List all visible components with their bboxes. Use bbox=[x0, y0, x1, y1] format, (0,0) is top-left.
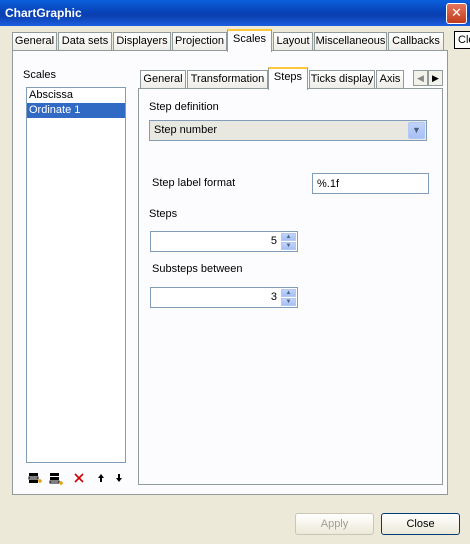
close-button[interactable]: Close bbox=[381, 513, 460, 535]
step-definition-select[interactable]: Step number ▼ bbox=[149, 120, 427, 141]
scales-list[interactable]: Abscissa Ordinate 1 bbox=[26, 87, 126, 463]
substeps-value: 3 bbox=[270, 291, 277, 303]
steps-stepper[interactable]: 5 ▲ ▼ bbox=[150, 231, 298, 252]
move-down-icon[interactable] bbox=[110, 471, 128, 489]
step-definition-value: Step number bbox=[154, 124, 217, 136]
add-scale-alt-icon[interactable] bbox=[47, 471, 65, 489]
steps-label: Steps bbox=[149, 208, 178, 220]
tab-miscellaneous[interactable]: Miscellaneous bbox=[314, 32, 387, 51]
scales-list-label: Scales bbox=[23, 69, 57, 81]
tab-steps[interactable]: Steps bbox=[268, 67, 308, 90]
list-item-ordinate-1[interactable]: Ordinate 1 bbox=[27, 103, 125, 118]
step-label-format-label: Step label format bbox=[152, 177, 236, 189]
steps-up-icon[interactable]: ▲ bbox=[281, 233, 296, 241]
steps-value: 5 bbox=[270, 235, 277, 247]
window-title: ChartGraphic bbox=[5, 6, 82, 20]
tab-projection[interactable]: Projection bbox=[172, 32, 227, 51]
tab-layout[interactable]: Layout bbox=[273, 32, 313, 51]
tab-transformation[interactable]: Transformation bbox=[187, 70, 268, 89]
window-close-button[interactable]: ✕ bbox=[446, 3, 467, 24]
tab-scales[interactable]: Scales bbox=[227, 29, 272, 52]
add-scale-icon[interactable] bbox=[26, 471, 44, 489]
delete-icon[interactable] bbox=[70, 471, 88, 489]
apply-button[interactable]: Apply bbox=[295, 513, 374, 535]
clipped-close-button[interactable]: Clo bbox=[454, 31, 470, 49]
scales-toolbar bbox=[26, 471, 126, 489]
step-label-format-input[interactable] bbox=[313, 174, 428, 193]
tab-scroll-right-icon[interactable]: ▶ bbox=[428, 70, 443, 86]
step-definition-label: Step definition bbox=[149, 101, 219, 113]
tab-callbacks[interactable]: Callbacks bbox=[388, 32, 444, 51]
title-bar: ChartGraphic ✕ bbox=[0, 0, 470, 26]
tab-displayers[interactable]: Displayers bbox=[113, 32, 171, 51]
substeps-up-icon[interactable]: ▲ bbox=[281, 289, 296, 297]
tab-general[interactable]: General bbox=[12, 32, 57, 51]
tab-data-sets[interactable]: Data sets bbox=[58, 32, 112, 51]
step-label-format-field[interactable] bbox=[312, 173, 429, 194]
move-up-icon[interactable] bbox=[92, 471, 110, 489]
tab-scale-general[interactable]: General bbox=[140, 70, 186, 89]
tab-ticks-display[interactable]: Ticks display bbox=[309, 70, 375, 89]
steps-down-icon[interactable]: ▼ bbox=[281, 242, 296, 250]
tab-scroll-arrows: ◀ ▶ bbox=[413, 70, 443, 86]
chevron-down-icon[interactable]: ▼ bbox=[408, 122, 425, 139]
tab-scroll-left-icon[interactable]: ◀ bbox=[413, 70, 428, 86]
substeps-down-icon[interactable]: ▼ bbox=[281, 298, 296, 306]
substeps-label: Substeps between bbox=[152, 263, 243, 275]
tab-axis[interactable]: Axis bbox=[376, 70, 404, 89]
list-item-abscissa[interactable]: Abscissa bbox=[27, 88, 125, 103]
substeps-stepper[interactable]: 3 ▲ ▼ bbox=[150, 287, 298, 308]
